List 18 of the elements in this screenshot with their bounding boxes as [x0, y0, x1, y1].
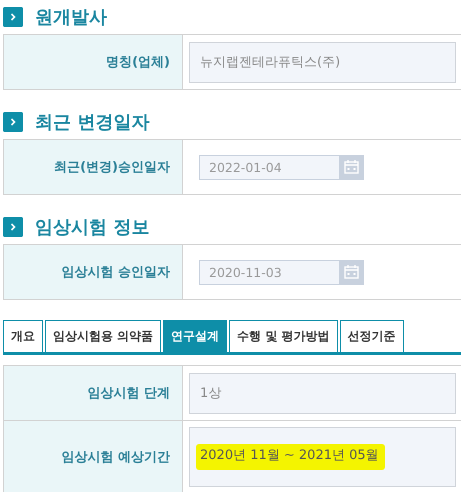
field-label: 임상시험 승인일자: [61, 264, 170, 281]
tab[interactable]: 선정기준: [340, 320, 404, 352]
field-label: 임상시험 예상기간: [61, 449, 170, 466]
field-label: 임상시험 단계: [87, 385, 170, 402]
tab[interactable]: 수행 및 평가방법: [229, 320, 338, 352]
highlighted-text: 2020년 11월 ~ 2021년 05월: [196, 444, 385, 470]
tab[interactable]: 임상시험용 의약품: [45, 320, 162, 352]
field-label: 최근(변경)승인일자: [54, 159, 170, 176]
chevron-icon: [3, 7, 23, 27]
chevron-icon: [3, 112, 23, 132]
section-title: 최근 변경일자: [35, 111, 150, 134]
section-title: 임상시험 정보: [35, 216, 150, 239]
field-label: 명칭(업체): [106, 54, 170, 71]
tab[interactable]: 개요: [3, 320, 43, 352]
value-text: 1상: [200, 385, 222, 402]
tab[interactable]: 연구설계: [163, 320, 228, 352]
chevron-icon: [3, 217, 23, 237]
section-title: 원개발사: [35, 6, 107, 29]
